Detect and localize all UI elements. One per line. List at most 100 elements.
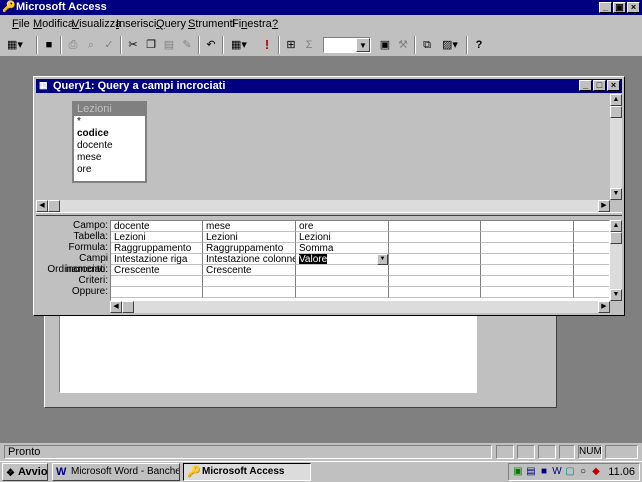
grid-cell-campo[interactable]: [574, 221, 609, 232]
grid-cell-campo[interactable]: [389, 221, 481, 232]
antivirus-icon[interactable]: ◆: [590, 466, 602, 478]
field-list-item[interactable]: *: [74, 116, 145, 128]
menu-modifica[interactable]: Modifica: [33, 18, 74, 30]
app-tray-icon[interactable]: ■: [538, 466, 550, 478]
query-maximize-button[interactable]: □: [593, 80, 606, 91]
grid-cell-formula[interactable]: [389, 243, 481, 254]
grid-cell-formula[interactable]: Somma: [296, 243, 389, 254]
grid-cell-campi-incrociati-selected[interactable]: Valore: [296, 254, 389, 265]
view-icon[interactable]: ▦▾: [6, 36, 24, 54]
grid-cell-oppure[interactable]: [203, 287, 296, 298]
chevron-down-icon[interactable]: ▼: [377, 254, 388, 265]
scroll-left-icon[interactable]: ◀: [36, 200, 48, 212]
grid-cell-criteri[interactable]: [111, 276, 203, 287]
grid-cell-criteri[interactable]: [574, 276, 609, 287]
copy-icon[interactable]: ❐: [142, 36, 160, 54]
taskbar-access-button[interactable]: 🔑 Microsoft Access: [183, 463, 311, 481]
scroll-thumb[interactable]: [610, 232, 622, 244]
menu-strumenti[interactable]: Strumenti: [188, 18, 235, 30]
grid-cell-campo[interactable]: ore: [296, 221, 389, 232]
grid-horizontal-scrollbar[interactable]: ◀ ▶: [110, 301, 610, 313]
grid-cell-oppure[interactable]: [389, 287, 481, 298]
table-list-title[interactable]: Lezioni: [74, 103, 145, 116]
table-pane-horizontal-scrollbar[interactable]: ◀ ▶: [36, 200, 610, 212]
spelling-icon[interactable]: ✓: [100, 36, 118, 54]
speaker-icon[interactable]: ○: [577, 466, 589, 478]
app-close-button[interactable]: ×: [627, 2, 640, 13]
word-tray-icon[interactable]: W: [551, 466, 563, 478]
scroll-right-icon[interactable]: ▶: [598, 301, 610, 313]
print-preview-icon[interactable]: ⌕: [82, 36, 100, 54]
query-type-icon[interactable]: ▦▾: [226, 36, 252, 54]
grid-cell-tabella[interactable]: Lezioni: [296, 232, 389, 243]
grid-cell-ordinamento[interactable]: [389, 265, 481, 276]
menu-query[interactable]: Query: [156, 18, 186, 30]
scroll-right-icon[interactable]: ▶: [598, 200, 610, 212]
grid-cell-tabella[interactable]: Lezioni: [111, 232, 203, 243]
grid-cell-oppure[interactable]: [574, 287, 609, 298]
grid-cell-criteri[interactable]: [296, 276, 389, 287]
query-close-button[interactable]: ×: [607, 80, 620, 91]
cut-icon[interactable]: ✂: [124, 36, 142, 54]
field-list-item[interactable]: mese: [74, 152, 145, 164]
grid-cell-campo[interactable]: mese: [203, 221, 296, 232]
grid-cell-criteri[interactable]: [481, 276, 574, 287]
undo-icon[interactable]: ↶: [202, 36, 220, 54]
keyboard-icon[interactable]: ▤: [525, 466, 537, 478]
grid-cell-oppure[interactable]: [296, 287, 389, 298]
scroll-thumb[interactable]: [48, 200, 60, 212]
top-values-combo[interactable]: ▼: [323, 37, 371, 53]
table-field-list[interactable]: Lezioni * codice docente mese ore: [72, 101, 147, 183]
grid-cell-oppure[interactable]: [481, 287, 574, 298]
grid-cell-criteri[interactable]: [389, 276, 481, 287]
scroll-down-icon[interactable]: ▼: [610, 289, 622, 301]
app-title-bar[interactable]: 🔑 Microsoft Access _ ▣ ×: [0, 0, 642, 15]
menu-visualizza[interactable]: Visualizza: [72, 18, 121, 30]
run-icon[interactable]: !: [258, 36, 276, 54]
format-painter-icon[interactable]: ✎: [178, 36, 196, 54]
print-icon[interactable]: ⎙: [64, 36, 82, 54]
taskbar-word-button[interactable]: W Microsoft Word - Banche d...: [52, 463, 180, 481]
save-icon[interactable]: ■: [40, 36, 58, 54]
monitor-icon[interactable]: ▢: [564, 466, 576, 478]
query-window-title-bar[interactable]: ▦ Query1: Query a campi incrociati _ □ ×: [36, 79, 622, 93]
grid-cell-ordinamento[interactable]: [481, 265, 574, 276]
query-minimize-button[interactable]: _: [579, 80, 592, 91]
menu-file[interactable]: File: [12, 18, 30, 30]
field-list-item[interactable]: docente: [74, 140, 145, 152]
grid-cell-formula[interactable]: [574, 243, 609, 254]
grid-cell-campi-incrociati[interactable]: [481, 254, 574, 265]
grid-cell-criteri[interactable]: [203, 276, 296, 287]
scroll-up-icon[interactable]: ▲: [610, 94, 622, 106]
grid-cell-campi-incrociati[interactable]: Intestazione riga: [111, 254, 203, 265]
menu-finestra[interactable]: Finestra: [232, 18, 272, 30]
show-table-icon[interactable]: ⊞: [282, 36, 300, 54]
grid-cell-tabella[interactable]: [481, 232, 574, 243]
grid-cell-campi-incrociati[interactable]: Intestazione colonne: [203, 254, 296, 265]
paste-icon[interactable]: ▤: [160, 36, 178, 54]
scroll-thumb[interactable]: [610, 106, 622, 118]
grid-cell-formula[interactable]: Raggruppamento: [203, 243, 296, 254]
menu-inserisci[interactable]: Inserisci: [116, 18, 156, 30]
properties-icon[interactable]: ▣: [376, 36, 394, 54]
grid-cell-campo[interactable]: [481, 221, 574, 232]
grid-cell-oppure[interactable]: [111, 287, 203, 298]
grid-cell-ordinamento[interactable]: Crescente: [203, 265, 296, 276]
field-list-item[interactable]: codice: [74, 128, 145, 140]
new-object-icon[interactable]: ▨▾: [436, 36, 464, 54]
grid-cell-ordinamento[interactable]: [574, 265, 609, 276]
build-icon[interactable]: ⚒: [394, 36, 412, 54]
app-restore-button[interactable]: ▣: [613, 2, 626, 13]
scroll-thumb[interactable]: [122, 301, 134, 313]
field-list-item[interactable]: ore: [74, 164, 145, 176]
grid-cell-ordinamento[interactable]: Crescente: [111, 265, 203, 276]
grid-cell-ordinamento[interactable]: [296, 265, 389, 276]
menu-help[interactable]: ?: [272, 18, 278, 30]
scroll-left-icon[interactable]: ◀: [110, 301, 122, 313]
table-pane-vertical-scrollbar[interactable]: ▲ ▼: [610, 94, 622, 200]
help-icon[interactable]: ?: [470, 36, 488, 54]
grid-cell-tabella[interactable]: [574, 232, 609, 243]
grid-cell-campi-incrociati[interactable]: [574, 254, 609, 265]
pane-splitter[interactable]: [36, 212, 622, 216]
grid-cell-campo[interactable]: docente: [111, 221, 203, 232]
